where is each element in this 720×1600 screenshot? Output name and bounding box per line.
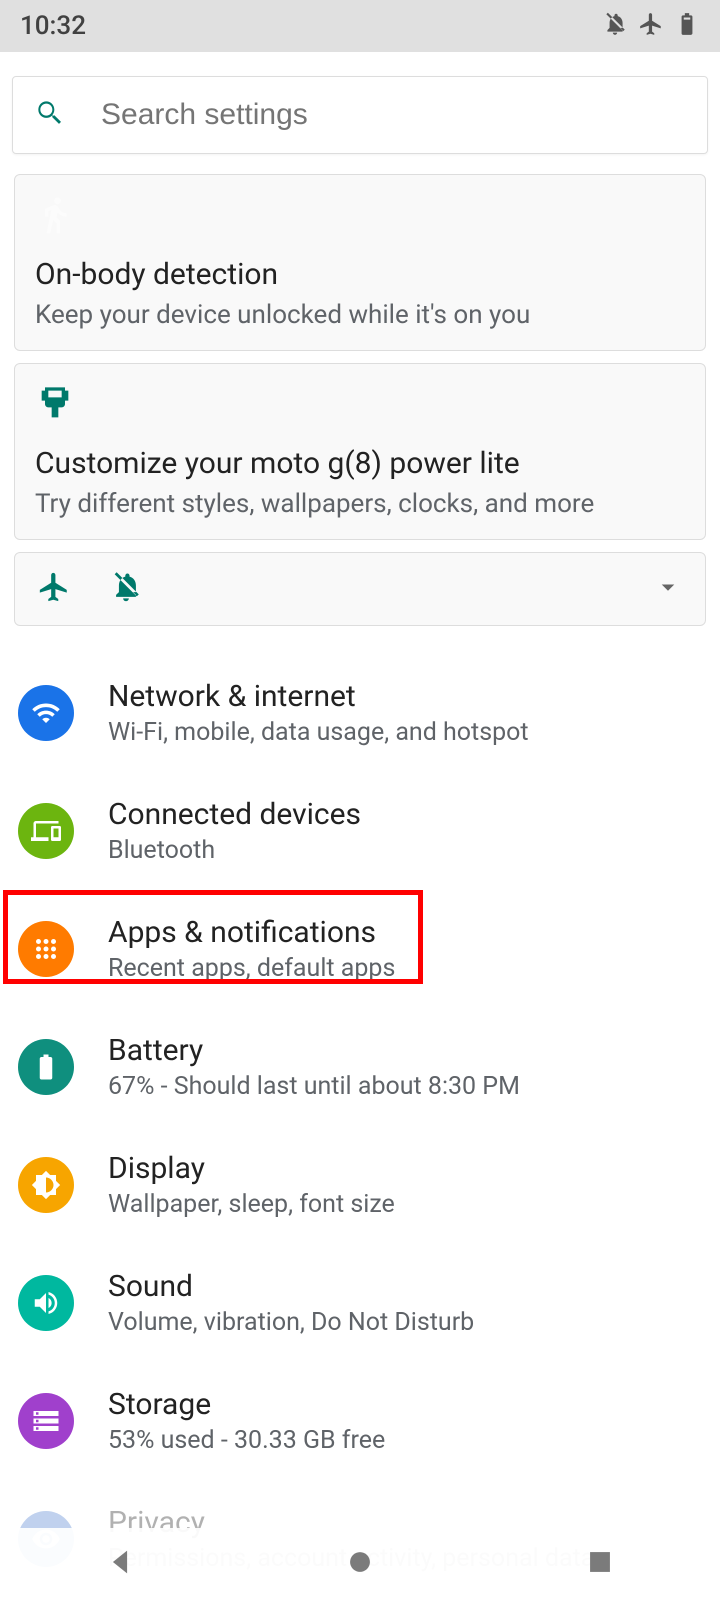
dnd-icon (109, 570, 143, 608)
item-battery[interactable]: Battery 67% - Should last until about 8:… (12, 1008, 708, 1126)
navigation-bar (0, 1528, 720, 1600)
item-subtitle: Recent apps, default apps (108, 954, 395, 983)
brightness-icon (18, 1157, 74, 1213)
item-apps-notifications[interactable]: Apps & notifications Recent apps, defaul… (12, 890, 708, 1008)
card-subtitle: Keep your device unlocked while it's on … (35, 300, 685, 330)
apps-icon (18, 921, 74, 977)
card-onbody-detection[interactable]: On-body detection Keep your device unloc… (14, 174, 706, 351)
item-subtitle: Wallpaper, sleep, font size (108, 1190, 395, 1219)
item-subtitle: 53% used - 30.33 GB free (108, 1426, 385, 1455)
item-connected-devices[interactable]: Connected devices Bluetooth (12, 772, 708, 890)
card-customize-device[interactable]: Customize your moto g(8) power lite Try … (14, 363, 706, 540)
search-icon (33, 97, 65, 133)
nav-home[interactable] (343, 1545, 377, 1583)
quick-status-row[interactable] (14, 552, 706, 626)
item-sound[interactable]: Sound Volume, vibration, Do Not Disturb (12, 1244, 708, 1362)
item-title: Apps & notifications (108, 915, 395, 950)
item-display[interactable]: Display Wallpaper, sleep, font size (12, 1126, 708, 1244)
item-storage[interactable]: Storage 53% used - 30.33 GB free (12, 1362, 708, 1480)
item-network-internet[interactable]: Network & internet Wi-Fi, mobile, data u… (12, 654, 708, 772)
chevron-down-icon[interactable] (653, 572, 683, 606)
item-subtitle: 67% - Should last until about 8:30 PM (108, 1072, 520, 1101)
nav-back[interactable] (103, 1545, 137, 1583)
storage-icon (18, 1393, 74, 1449)
wifi-icon (18, 685, 74, 741)
airplane-icon (638, 11, 664, 41)
item-subtitle: Wi-Fi, mobile, data usage, and hotspot (108, 718, 529, 747)
battery-icon (674, 11, 700, 41)
walk-icon (35, 195, 685, 239)
card-title: Customize your moto g(8) power lite (35, 446, 685, 481)
card-title: On-body detection (35, 257, 685, 292)
item-subtitle: Bluetooth (108, 836, 361, 865)
item-title: Sound (108, 1269, 474, 1304)
nav-recent[interactable] (583, 1545, 617, 1583)
battery-icon (18, 1039, 74, 1095)
item-title: Network & internet (108, 679, 529, 714)
status-icons (602, 11, 700, 41)
item-subtitle: Volume, vibration, Do Not Disturb (108, 1308, 474, 1337)
airplane-icon (37, 570, 71, 608)
search-settings[interactable] (12, 76, 708, 154)
card-subtitle: Try different styles, wallpapers, clocks… (35, 489, 685, 519)
status-time: 10:32 (20, 11, 86, 41)
item-title: Battery (108, 1033, 520, 1068)
item-title: Connected devices (108, 797, 361, 832)
devices-icon (18, 803, 74, 859)
status-bar: 10:32 (0, 0, 720, 52)
item-title: Display (108, 1151, 395, 1186)
dnd-icon (602, 11, 628, 41)
paintbrush-icon (35, 384, 685, 428)
volume-icon (18, 1275, 74, 1331)
item-title: Storage (108, 1387, 385, 1422)
search-input[interactable] (101, 98, 687, 132)
